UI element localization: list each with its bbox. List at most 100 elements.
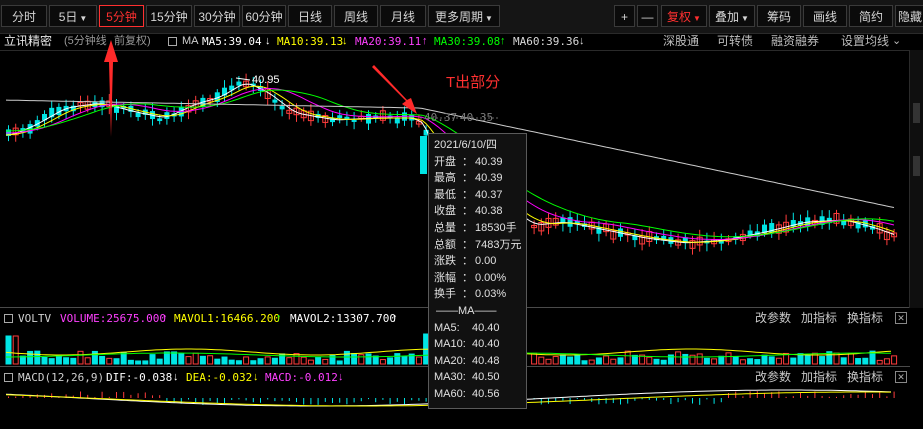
main-chart-scrollbar[interactable] xyxy=(909,50,923,308)
candle-body xyxy=(236,81,242,86)
volume-bar xyxy=(221,356,228,365)
tooltip-separator: ： xyxy=(462,288,473,301)
tooltip-row: 总量 ： 18530手 xyxy=(434,220,526,237)
candle-body xyxy=(279,106,285,110)
candle-body xyxy=(157,118,163,122)
checkbox-icon[interactable] xyxy=(4,314,13,323)
volume-bar xyxy=(214,358,221,365)
scroll-thumb[interactable] xyxy=(913,156,920,176)
tooltip-ma-row: MA5: 40.40 xyxy=(434,320,526,337)
volume-bar xyxy=(840,357,847,365)
volume-bar xyxy=(264,356,271,365)
candle-body xyxy=(272,99,278,103)
tooltip-values: 开盘： 40.39 最高： 40.39 最低： 40.37 收盘： 40.38 总量： 18530… xyxy=(434,154,526,303)
volume-bar xyxy=(761,354,768,365)
volume-bar xyxy=(34,350,41,365)
tooltip-key: 收盘 xyxy=(434,205,456,218)
volume-bar xyxy=(610,358,617,365)
add-indicator-button[interactable]: 加指标 xyxy=(801,369,837,386)
arrow-up-icon: ↑ xyxy=(392,312,398,324)
close-icon[interactable]: ✕ xyxy=(895,371,907,383)
arrow-down-icon: ↓ xyxy=(173,371,179,383)
volume-bar xyxy=(106,357,113,365)
volume-bar xyxy=(394,353,401,365)
change-params-button[interactable]: 改参数 xyxy=(755,369,791,386)
mavol2-value: MAVOL2:13307.700 xyxy=(290,312,396,325)
volume-bar xyxy=(351,352,358,365)
volume-bar xyxy=(387,357,394,365)
volume-bar xyxy=(631,354,638,365)
candle-body xyxy=(351,119,357,122)
price-label: 40.35 xyxy=(460,111,494,124)
volume-bar xyxy=(300,356,307,365)
volume-bar xyxy=(113,358,120,365)
close-icon[interactable]: ✕ xyxy=(895,312,907,324)
high-pointer-line xyxy=(235,77,251,81)
volume-bar xyxy=(415,356,422,365)
tooltip-ma-value: 40.40 xyxy=(472,338,500,351)
tooltip-ma-title: ——MA—— xyxy=(436,304,497,317)
switch-indicator-button[interactable]: 换指标 xyxy=(847,310,883,327)
mavol1-value: MAVOL1:16466.200 xyxy=(174,312,280,325)
volume-bar xyxy=(624,350,631,365)
volume-bar xyxy=(732,356,739,365)
volume-bar xyxy=(228,359,235,365)
volume-bar xyxy=(41,356,48,365)
t-out-annotation: T出部分 xyxy=(446,74,501,91)
volume-bar xyxy=(646,356,653,365)
arrow-up-icon: ↑ xyxy=(162,312,168,324)
scroll-thumb[interactable] xyxy=(913,103,920,123)
volume-value: VOLUME:25675.000 xyxy=(60,312,166,325)
tooltip-value: 40.37 xyxy=(475,188,503,201)
volume-bar xyxy=(682,353,689,365)
checkbox-icon[interactable] xyxy=(4,373,13,382)
candle-body xyxy=(841,220,847,226)
tooltip-value: 0.00% xyxy=(475,271,507,284)
volume-bar xyxy=(127,359,134,365)
volume-bar xyxy=(876,359,883,365)
tooltip-row: 最高 ： 40.39 xyxy=(434,170,526,187)
tooltip-separator: ： xyxy=(462,221,473,234)
tooltip-row: 收盘 ： 40.38 xyxy=(434,203,526,220)
tooltip-key: 最低 xyxy=(434,188,456,201)
tooltip-ma-value: 40.56 xyxy=(472,387,500,400)
volume-bar xyxy=(243,356,250,365)
tooltip-key: 涨跌 xyxy=(434,255,456,268)
volume-bar xyxy=(336,360,343,365)
volume-bar xyxy=(538,356,545,365)
tooltip-ma-row: MA10: 40.40 xyxy=(434,336,526,353)
tooltip-ma-key: MA20: xyxy=(434,354,466,367)
tooltip-value: 40.39 xyxy=(475,172,503,185)
change-params-button[interactable]: 改参数 xyxy=(755,310,791,327)
volume-bar xyxy=(595,357,602,365)
volume-bar xyxy=(48,358,55,365)
volume-bar xyxy=(603,355,610,365)
volume-bar xyxy=(120,352,127,365)
volume-bar xyxy=(545,358,552,365)
candle-tooltip: 2021/6/10/四 开盘： 40.39 最高： 40.39 最低： 40.37 收盘： 4… xyxy=(428,133,527,409)
tooltip-row: 最低 ： 40.37 xyxy=(434,187,526,204)
switch-indicator-button[interactable]: 换指标 xyxy=(847,369,883,386)
tooltip-separator: ： xyxy=(462,255,473,268)
volume-bar xyxy=(199,355,206,365)
tooltip-separator: ： xyxy=(462,205,473,218)
tooltip-value: 18530手 xyxy=(475,221,517,234)
arrow-down-icon: ↓ xyxy=(253,371,259,383)
candle-body xyxy=(337,115,343,119)
volume-bar xyxy=(581,360,588,365)
tooltip-key: 最高 xyxy=(434,172,456,185)
volume-bar xyxy=(142,360,149,365)
add-indicator-button[interactable]: 加指标 xyxy=(801,310,837,327)
volume-bar xyxy=(77,350,84,365)
volume-bar xyxy=(286,357,293,365)
volume-bar xyxy=(379,359,386,365)
volume-bar xyxy=(574,353,581,365)
volume-bar xyxy=(343,350,350,365)
volume-bar xyxy=(271,357,278,365)
volume-bar xyxy=(171,351,178,365)
volume-bar xyxy=(552,356,559,365)
volume-bar xyxy=(819,356,826,365)
tooltip-date: 2021/6/10/四 xyxy=(434,139,497,151)
volume-bar xyxy=(675,351,682,365)
tooltip-separator: ： xyxy=(462,188,473,201)
